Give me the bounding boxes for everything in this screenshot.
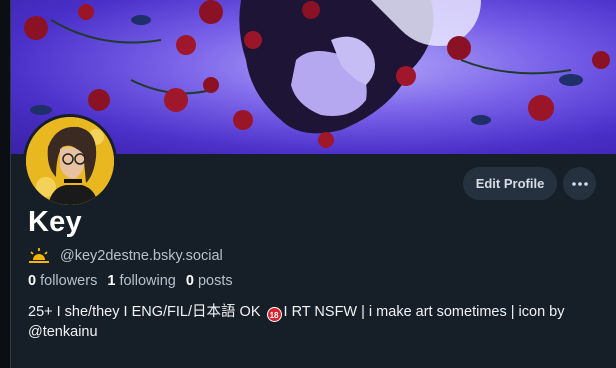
page-edge bbox=[0, 0, 10, 368]
display-name: Key bbox=[28, 206, 82, 238]
edit-profile-button[interactable]: Edit Profile bbox=[463, 167, 557, 200]
profile-stats: 0 followers 1 following 0 posts bbox=[28, 273, 233, 289]
following-stat[interactable]: 1 following bbox=[107, 273, 176, 289]
avatar-illustration bbox=[26, 117, 114, 205]
sun-behind-horizon-icon bbox=[29, 248, 49, 263]
handle-row: @key2destne.bsky.social bbox=[28, 246, 223, 266]
more-options-button[interactable] bbox=[563, 167, 596, 200]
following-count: 1 bbox=[107, 273, 116, 289]
posts-label: posts bbox=[197, 273, 233, 289]
followers-count: 0 bbox=[28, 273, 37, 289]
profile-handle[interactable]: @key2destne.bsky.social bbox=[60, 248, 223, 264]
following-label: following bbox=[119, 273, 176, 289]
followers-label: followers bbox=[40, 273, 98, 289]
profile-bio: 25+ I she/they I ENG/FIL/日本語 OK 18 I RT N… bbox=[28, 302, 608, 342]
avatar[interactable] bbox=[23, 114, 117, 208]
bio-text-start: 25+ I she/they I ENG/FIL/日本語 OK bbox=[28, 304, 265, 320]
followers-stat[interactable]: 0 followers bbox=[28, 273, 97, 289]
profile-header: Edit Profile Key @key2destne.bsky.social… bbox=[10, 0, 616, 368]
posts-stat: 0 posts bbox=[186, 273, 233, 289]
no-one-under-eighteen-icon: 18 bbox=[266, 307, 282, 322]
ellipsis-icon bbox=[571, 181, 588, 186]
posts-count: 0 bbox=[185, 273, 194, 289]
